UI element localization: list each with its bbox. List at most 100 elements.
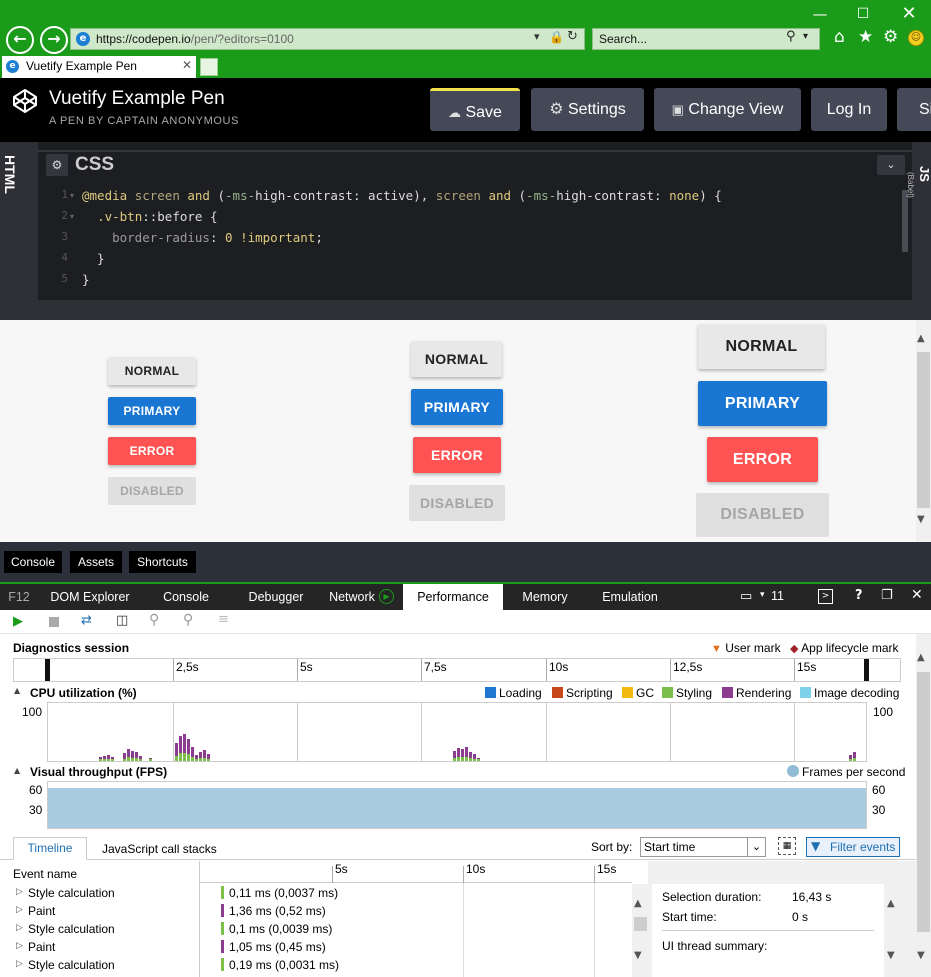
change-view-button[interactable]: ▣ Change View [654, 88, 801, 131]
undock-icon[interactable]: ❐ [881, 588, 893, 603]
cpu-collapse-icon[interactable]: ▲ [14, 686, 20, 695]
timeline-ruler[interactable] [13, 658, 901, 682]
expand-arrow-icon[interactable]: ▷ [16, 887, 23, 897]
js-editor-label[interactable]: JS [917, 166, 931, 182]
sort-dropdown-icon[interactable]: ⌄ [747, 838, 765, 856]
signup-button[interactable]: Si [897, 88, 931, 131]
expand-arrow-icon[interactable]: ▷ [16, 941, 23, 951]
error-button-large[interactable]: ERROR [707, 437, 818, 482]
assets-button[interactable]: Assets [70, 551, 122, 573]
forward-icon[interactable]: → [40, 26, 68, 54]
tools-gear-icon[interactable]: ⚙ [883, 27, 898, 47]
normal-button-medium[interactable]: NORMAL [411, 341, 502, 377]
dropdown-arrow-icon[interactable]: ▾ [534, 30, 540, 43]
import-session-icon[interactable]: ⇄ [81, 613, 92, 628]
home-icon[interactable]: ⌂ [834, 27, 845, 47]
scroll-down-icon[interactable]: ▼ [917, 514, 925, 525]
ruler-end-handle[interactable] [864, 659, 869, 681]
expand-arrow-icon[interactable]: ▷ [16, 959, 23, 969]
event-name[interactable]: Paint [28, 940, 55, 954]
search-icon[interactable]: ⚲ [786, 29, 796, 44]
cpu-bar-styling [183, 753, 186, 761]
primary-button-medium[interactable]: PRIMARY [411, 389, 503, 425]
devtools-scroll-up-icon[interactable]: ▲ [917, 652, 925, 663]
expand-arrow-icon[interactable]: ▷ [16, 923, 23, 933]
tab-timeline[interactable]: Timeline [13, 837, 87, 860]
primary-button-large[interactable]: PRIMARY [698, 381, 827, 426]
lock-icon[interactable]: 🔒 [549, 30, 564, 44]
html-editor-label[interactable]: HTML [2, 155, 18, 194]
favorites-star-icon[interactable]: ★ [858, 27, 873, 47]
normal-button-small[interactable]: NORMAL [108, 357, 196, 385]
tab-javascript-call-stacks[interactable]: JavaScript call stacks [102, 842, 217, 856]
console-prompt-icon[interactable]: > [818, 589, 833, 604]
fps-collapse-icon[interactable]: ▲ [14, 766, 20, 775]
normal-button-large[interactable]: NORMAL [698, 324, 825, 369]
tab-dom-explorer[interactable]: DOM Explorer [42, 584, 138, 610]
scroll-up-icon[interactable]: ▲ [917, 333, 925, 344]
expand-arrow-icon[interactable]: ▷ [16, 905, 23, 915]
new-tab-icon[interactable] [200, 58, 218, 76]
clear-selection-icon[interactable]: ≡ [218, 612, 229, 627]
error-button-medium[interactable]: ERROR [413, 437, 501, 473]
event-name-header[interactable]: Event name [13, 867, 77, 881]
event-scroll-down-icon[interactable]: ▼ [634, 950, 642, 961]
preview-scroll-thumb[interactable] [917, 352, 930, 508]
help-icon[interactable]: ? [855, 588, 863, 603]
event-name[interactable]: Paint [28, 904, 55, 918]
ruler-start-handle[interactable] [45, 659, 50, 681]
cpu-bar-styling [179, 753, 182, 761]
save-button[interactable]: ☁ Save [430, 88, 520, 131]
tab-console[interactable]: Console [152, 584, 220, 610]
save-session-icon[interactable]: ◫ [116, 613, 128, 628]
tab-debugger[interactable]: Debugger [238, 584, 314, 610]
tab-emulation[interactable]: Emulation [590, 584, 670, 610]
pen-title[interactable]: Vuetify Example Pen [49, 88, 225, 110]
cpu-bar-rendering [195, 755, 198, 759]
console-button[interactable]: Console [4, 551, 62, 573]
event-scroll-up-icon[interactable]: ▲ [634, 898, 642, 909]
details-scroll-up-icon[interactable]: ▲ [887, 898, 895, 909]
login-button[interactable]: Log In [811, 88, 887, 131]
devtools-scroll-down-icon[interactable]: ▼ [917, 950, 925, 961]
event-name[interactable]: Style calculation [28, 922, 115, 936]
browser-tab[interactable]: Vuetify Example Pen [2, 56, 196, 78]
primary-button-small[interactable]: PRIMARY [108, 397, 196, 425]
event-name[interactable]: Style calculation [28, 886, 115, 900]
event-scroll-thumb[interactable] [634, 917, 647, 931]
stop-profiling-icon[interactable] [49, 617, 59, 627]
search-dropdown-icon[interactable]: ▾ [803, 31, 808, 42]
fold-arrow-icon[interactable]: ▾ [70, 212, 74, 221]
monitor-icon[interactable]: ▭ [740, 589, 752, 604]
event-name[interactable]: Style calculation [28, 958, 115, 972]
chevron-down-icon[interactable]: ⌄ [877, 155, 905, 175]
address-bar[interactable]: https://codepen.io/pen/?editors=0100 [70, 28, 585, 50]
tab-network[interactable]: Network [324, 584, 380, 610]
app-lifecycle-legend: ◆ App lifecycle mark [790, 641, 899, 655]
tab-performance[interactable]: Performance [403, 584, 503, 610]
devtools-scroll-thumb[interactable] [917, 672, 930, 932]
fit-selection-icon[interactable]: ▦ [778, 837, 796, 855]
network-recording-icon[interactable]: ▶ [379, 589, 394, 604]
css-settings-gear-icon[interactable]: ⚙ [46, 154, 68, 176]
emulation-dropdown-icon[interactable]: ▾ [760, 590, 765, 600]
feedback-smiley-icon[interactable]: ☺ [908, 30, 924, 46]
tab-memory[interactable]: Memory [510, 584, 580, 610]
refresh-icon[interactable]: ↻ [567, 29, 578, 44]
zoom-out-icon[interactable]: ⚲ [183, 612, 193, 628]
tab-close-icon[interactable]: ✕ [182, 58, 192, 72]
back-icon[interactable]: ← [6, 26, 34, 54]
editor-scrollbar[interactable] [902, 190, 908, 252]
legend-loading: Loading [485, 686, 542, 700]
error-button-small[interactable]: ERROR [108, 437, 196, 465]
settings-button[interactable]: ⚙ Settings [531, 88, 644, 131]
cpu-utilization-graph[interactable] [47, 702, 867, 762]
close-devtools-icon[interactable]: ✕ [911, 587, 923, 603]
zoom-in-icon[interactable]: ⚲ [149, 612, 159, 628]
details-scroll-down-icon[interactable]: ▼ [887, 950, 895, 961]
start-profiling-icon[interactable]: ▶ [13, 614, 23, 629]
codepen-logo-icon[interactable] [12, 88, 38, 114]
fold-arrow-icon[interactable]: ▾ [70, 191, 74, 200]
editor-resize-bar[interactable] [0, 300, 931, 320]
shortcuts-button[interactable]: Shortcuts [129, 551, 196, 573]
